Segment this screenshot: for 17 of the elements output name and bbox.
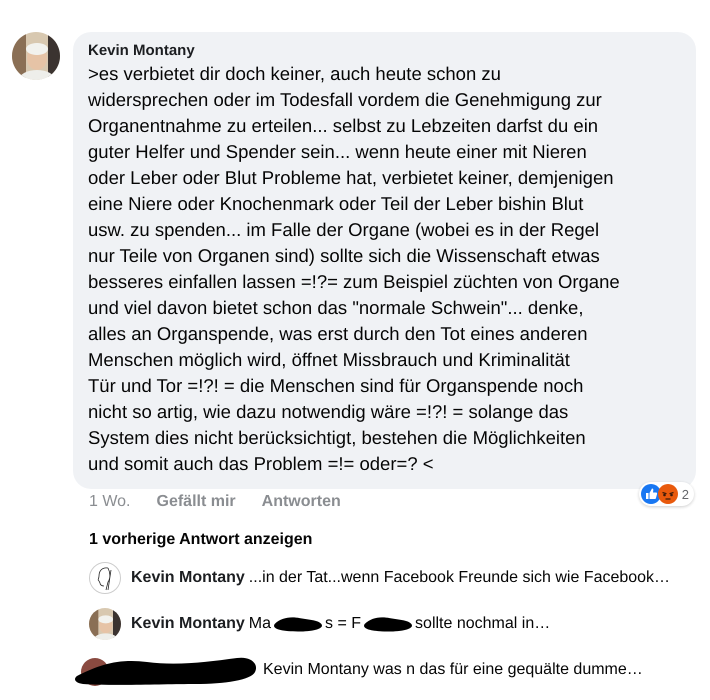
like-icon	[640, 484, 661, 504]
redaction-mark	[273, 615, 324, 633]
reply-preview: ...in der Tat...wenn Facebook Freunde sich wie Facebook…	[248, 569, 670, 587]
reply-preview: Ma	[248, 615, 272, 633]
redaction-mark	[363, 615, 414, 633]
reaction-count: 2	[682, 486, 689, 502]
reply-author[interactable]: Kevin Montany	[131, 569, 245, 587]
reply-author[interactable]: Kevin Montany	[131, 615, 245, 633]
comment-author[interactable]: Kevin Montany	[88, 41, 684, 61]
reply-preview: s = F	[325, 615, 362, 633]
reply-preview: Kevin Montany was n das für eine gequälte dumme…	[263, 661, 643, 679]
avatar-icon	[89, 562, 121, 594]
comment-text: >es verbietet dir doch keiner, auch heute schon zu widersprechen oder im Todesfall vordem die Genehmigung zur Organentnahme zu erteilen... selbst zu Lebzeiten darfst du ein guter Helfer und Spender sein... wenn heute einer mit Nieren oder Leber oder Blut Probleme hat, verbietet keiner, demjenigen eine Niere oder Knochenmark oder Teil der Leber bishin Blut usw. zu spenden... im Falle der Organe (wobei es in der Regel nur Teile von Organen sind) sollte sich die Wissenschaft etwas besseres einfallen lassen =!?= zum Beispiel züchten von Organe und viel davon bietet schon das "normale Schwein"... denke, alles an Organspende, was erst durch den Tot eines anderen Menschen möglich wird, öffnet Missbrauch und Kriminalität Tür und Tor =!?! = die Menschen sind für Organspende noch nicht so artig, wie dazu notwendig wäre =!?! = solange das System dies nicht berücksichtigt, bestehen die Möglichkeiten und somit auch das Problem =!= oder=? <	[88, 62, 621, 476]
show-previous-replies-link[interactable]: 1 vorherige Antwort anzeigen	[89, 531, 696, 549]
angry-face-icon	[658, 484, 678, 504]
reactions-badge[interactable]: 2	[638, 482, 694, 506]
reply-preview: sollte nochmal in…	[415, 615, 550, 633]
